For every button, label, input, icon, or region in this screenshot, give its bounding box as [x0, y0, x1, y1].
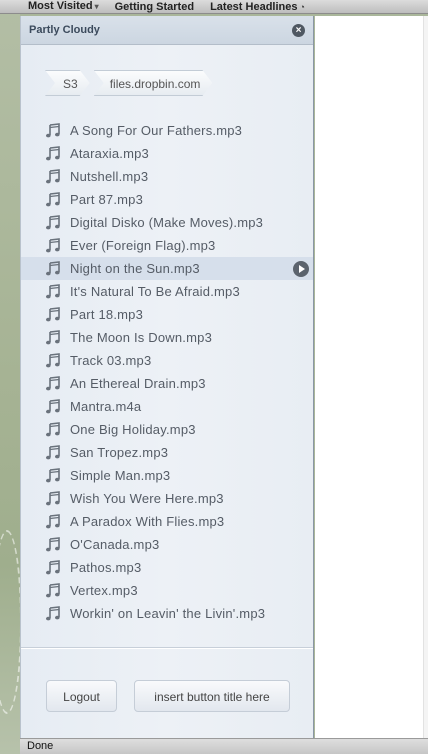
music-note-icon — [45, 306, 61, 323]
sidebar-panel: Partly Cloudy × S3 files.dropbin.com A S… — [20, 16, 314, 738]
file-row[interactable]: A Paradox With Flies.mp3 — [21, 510, 313, 533]
file-name: Part 87.mp3 — [70, 192, 144, 207]
music-note-icon — [45, 559, 61, 576]
music-note-icon — [45, 237, 61, 254]
desktop-decoration — [0, 530, 22, 714]
file-row[interactable]: Nutshell.mp3 — [21, 165, 313, 188]
bookmark-most-visited[interactable]: Most Visited ▾ — [28, 0, 99, 13]
file-name: Ever (Foreign Flag).mp3 — [70, 238, 216, 253]
sidebar-title: Partly Cloudy — [29, 24, 100, 36]
file-row[interactable]: San Tropez.mp3 — [21, 441, 313, 464]
bookmarks-toolbar: Most Visited ▾ Getting Started Latest Hea… — [0, 0, 428, 14]
file-list: A Song For Our Fathers.mp3 Ataraxia.mp3 Nu… — [21, 119, 313, 625]
file-row[interactable]: One Big Holiday.mp3 — [21, 418, 313, 441]
status-text: Done — [27, 740, 54, 752]
music-note-icon — [45, 536, 61, 553]
file-row[interactable]: Wish You Were Here.mp3 — [21, 487, 313, 510]
file-name: Ataraxia.mp3 — [70, 146, 149, 161]
main-content-area[interactable] — [315, 16, 428, 738]
file-row[interactable]: Track 03.mp3 — [21, 349, 313, 372]
bookmark-label: Most Visited — [28, 0, 93, 12]
music-note-icon — [45, 260, 61, 277]
file-row[interactable]: Part 87.mp3 — [21, 188, 313, 211]
desktop-background — [0, 0, 22, 754]
file-row[interactable]: Mantra.m4a — [21, 395, 313, 418]
file-row[interactable]: Night on the Sun.mp3 — [21, 257, 313, 280]
music-note-icon — [45, 375, 61, 392]
music-note-icon — [45, 421, 61, 438]
file-row[interactable]: Ever (Foreign Flag).mp3 — [21, 234, 313, 257]
file-name: O'Canada.mp3 — [70, 537, 160, 552]
music-note-icon — [45, 605, 61, 622]
bookmark-latest-headlines[interactable]: Latest Headlines ◔ — [210, 1, 305, 13]
music-note-icon — [45, 352, 61, 369]
music-note-icon — [45, 214, 61, 231]
file-name: Night on the Sun.mp3 — [70, 261, 200, 276]
music-note-icon — [45, 122, 61, 139]
file-name: A Song For Our Fathers.mp3 — [70, 123, 243, 138]
file-name: One Big Holiday.mp3 — [70, 422, 196, 437]
logout-button[interactable]: Logout — [46, 680, 117, 712]
file-name: Digital Disko (Make Moves).mp3 — [70, 215, 264, 230]
bookmark-label: Getting Started — [114, 0, 195, 13]
file-name: The Moon Is Down.mp3 — [70, 330, 213, 345]
file-row[interactable]: O'Canada.mp3 — [21, 533, 313, 556]
music-note-icon — [45, 582, 61, 599]
insert-button[interactable]: insert button title here — [134, 680, 290, 712]
file-row[interactable]: Simple Man.mp3 — [21, 464, 313, 487]
close-icon[interactable]: × — [292, 23, 305, 37]
file-row[interactable]: A Song For Our Fathers.mp3 — [21, 119, 313, 142]
divider — [21, 647, 313, 649]
file-name: Workin' on Leavin' the Livin'.mp3 — [70, 606, 266, 621]
bookmark-label: Latest Headlines — [210, 0, 298, 13]
file-name: Mantra.m4a — [70, 399, 142, 414]
music-note-icon — [45, 513, 61, 530]
file-row[interactable]: Workin' on Leavin' the Livin'.mp3 — [21, 602, 313, 625]
sidebar-header: Partly Cloudy × — [21, 16, 313, 45]
music-note-icon — [45, 145, 61, 162]
play-icon[interactable] — [293, 261, 309, 277]
file-row[interactable]: The Moon Is Down.mp3 — [21, 326, 313, 349]
file-name: It's Natural To Be Afraid.mp3 — [70, 284, 240, 299]
bookmark-getting-started[interactable]: Getting Started — [115, 1, 194, 13]
file-name: Pathos.mp3 — [70, 560, 142, 575]
status-bar: Done — [20, 738, 428, 754]
music-note-icon — [45, 444, 61, 461]
breadcrumb: S3 files.dropbin.com — [45, 70, 216, 96]
file-name: Wish You Were Here.mp3 — [70, 491, 224, 506]
file-row[interactable]: It's Natural To Be Afraid.mp3 — [21, 280, 313, 303]
file-name: Simple Man.mp3 — [70, 468, 171, 483]
file-name: San Tropez.mp3 — [70, 445, 169, 460]
music-note-icon — [45, 329, 61, 346]
breadcrumb-item-bucket[interactable]: files.dropbin.com — [94, 70, 213, 96]
chevron-down-icon: ▾ — [94, 2, 99, 11]
scrollbar[interactable] — [423, 16, 428, 738]
music-note-icon — [45, 490, 61, 507]
file-name: Nutshell.mp3 — [70, 169, 149, 184]
file-name: An Ethereal Drain.mp3 — [70, 376, 206, 391]
file-name: A Paradox With Flies.mp3 — [70, 514, 225, 529]
file-name: Vertex.mp3 — [70, 583, 138, 598]
file-row[interactable]: Digital Disko (Make Moves).mp3 — [21, 211, 313, 234]
file-row[interactable]: Pathos.mp3 — [21, 556, 313, 579]
breadcrumb-item-s3[interactable]: S3 — [45, 70, 90, 96]
file-row[interactable]: An Ethereal Drain.mp3 — [21, 372, 313, 395]
file-row[interactable]: Part 18.mp3 — [21, 303, 313, 326]
file-row[interactable]: Ataraxia.mp3 — [21, 142, 313, 165]
file-name: Part 18.mp3 — [70, 307, 144, 322]
music-note-icon — [45, 283, 61, 300]
rss-icon: ◔ — [299, 1, 305, 12]
file-name: Track 03.mp3 — [70, 353, 152, 368]
music-note-icon — [45, 467, 61, 484]
music-note-icon — [45, 168, 61, 185]
file-row[interactable]: Vertex.mp3 — [21, 579, 313, 602]
music-note-icon — [45, 191, 61, 208]
music-note-icon — [45, 398, 61, 415]
